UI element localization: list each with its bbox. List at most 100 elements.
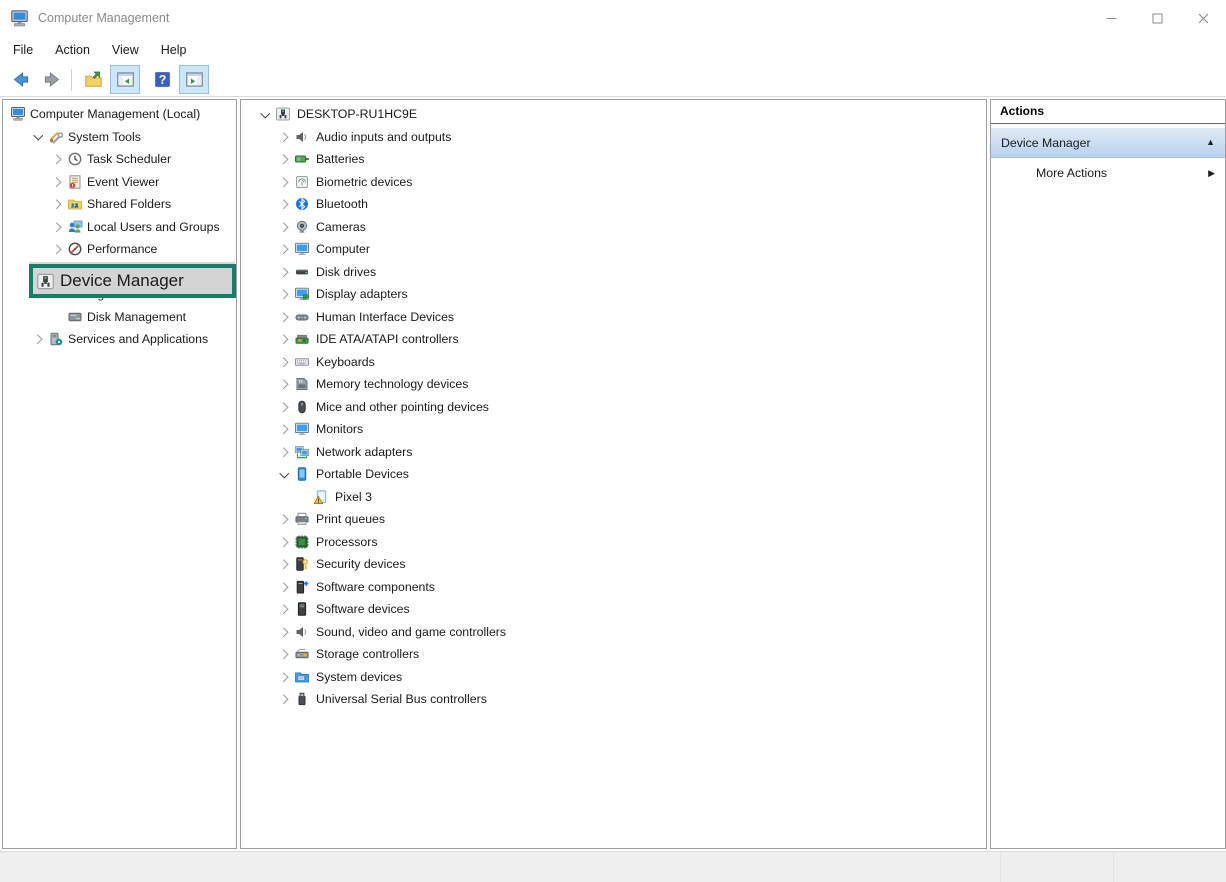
statusbar-cell	[1000, 852, 1113, 882]
chevron-right-icon[interactable]	[275, 643, 294, 666]
tree-item[interactable]: Batteries	[241, 148, 986, 171]
tree-item[interactable]: Audio inputs and outputs	[241, 126, 986, 149]
chevron-right-icon[interactable]	[48, 193, 67, 216]
tree-item[interactable]: Bluetooth	[241, 193, 986, 216]
menu-view[interactable]: View	[101, 39, 150, 61]
chevron-spacer	[294, 486, 313, 509]
back-button[interactable]	[5, 65, 35, 94]
chevron-down-icon[interactable]	[275, 463, 294, 486]
menu-action[interactable]: Action	[44, 39, 101, 61]
chevron-down-icon[interactable]	[256, 103, 275, 126]
tree-item[interactable]: Software components	[241, 576, 986, 599]
tree-item[interactable]: Event Viewer	[3, 171, 236, 194]
menu-help[interactable]: Help	[150, 39, 198, 61]
chevron-right-icon[interactable]	[275, 261, 294, 284]
tree-item[interactable]: System devices	[241, 666, 986, 689]
chevron-right-icon[interactable]	[275, 328, 294, 351]
tree-item[interactable]: Monitors	[241, 418, 986, 441]
tree-item[interactable]: Biometric devices	[241, 171, 986, 194]
tree-item[interactable]: Task Scheduler	[3, 148, 236, 171]
tree-item[interactable]: Cameras	[241, 216, 986, 239]
chevron-right-icon[interactable]	[48, 216, 67, 239]
tree-item[interactable]: Mice and other pointing devices	[241, 396, 986, 419]
chevron-right-icon[interactable]	[275, 553, 294, 576]
tree-item[interactable]: Display adapters	[241, 283, 986, 306]
chevron-right-icon[interactable]	[29, 328, 48, 351]
chevron-right-icon[interactable]	[275, 598, 294, 621]
chevron-right-icon[interactable]	[48, 238, 67, 261]
tree-item[interactable]: Storage controllers	[241, 643, 986, 666]
tree-item[interactable]: Human Interface Devices	[241, 306, 986, 329]
tree-item[interactable]: IDE ATA/ATAPI controllers	[241, 328, 986, 351]
indent-spacer	[241, 699, 275, 700]
tree-item[interactable]: Network adapters	[241, 441, 986, 464]
tree-item[interactable]: Disk drives	[241, 261, 986, 284]
menu-file[interactable]: File	[2, 39, 44, 61]
chevron-right-icon[interactable]	[275, 351, 294, 374]
chevron-right-icon[interactable]	[275, 666, 294, 689]
tree-item[interactable]: Security devices	[241, 553, 986, 576]
show-console-tree-button[interactable]	[110, 65, 140, 94]
security-icon	[294, 556, 310, 572]
chevron-right-icon[interactable]	[275, 373, 294, 396]
device-tree: DESKTOP-RU1HC9EAudio inputs and outputsB…	[241, 100, 986, 711]
tree-item[interactable]: Local Users and Groups	[3, 216, 236, 239]
more-actions-item[interactable]: More Actions ▶	[991, 158, 1225, 188]
tree-item[interactable]: Disk Management	[3, 306, 236, 329]
console-tree-pane: Computer Management (Local)System ToolsT…	[2, 99, 237, 849]
tree-item[interactable]: Computer	[241, 238, 986, 261]
chevron-right-icon[interactable]	[275, 688, 294, 711]
tree-item[interactable]: Keyboards	[241, 351, 986, 374]
tree-item[interactable]: Portable Devices	[241, 463, 986, 486]
actions-group-header[interactable]: Device Manager ▲	[991, 127, 1225, 158]
chevron-right-icon[interactable]	[275, 418, 294, 441]
tree-item-label: Security devices	[316, 557, 406, 571]
tree-item[interactable]: Computer Management (Local)	[3, 103, 236, 126]
computer-management-app-icon	[10, 9, 29, 28]
tree-item[interactable]: Pixel 3	[241, 486, 986, 509]
tree-item[interactable]: Processors	[241, 531, 986, 554]
chevron-right-icon[interactable]	[275, 126, 294, 149]
chevron-right-icon[interactable]	[275, 283, 294, 306]
chevron-right-icon[interactable]	[48, 148, 67, 171]
chevron-right-icon[interactable]	[48, 171, 67, 194]
tree-item-label: Keyboards	[316, 355, 375, 369]
chevron-right-icon[interactable]	[275, 306, 294, 329]
chevron-right-icon[interactable]	[275, 441, 294, 464]
help-button[interactable]	[147, 65, 177, 94]
show-action-pane-button[interactable]	[179, 65, 209, 94]
tree-item[interactable]: Sound, video and game controllers	[241, 621, 986, 644]
close-button[interactable]	[1180, 0, 1226, 36]
tree-item[interactable]: System Tools	[3, 126, 236, 149]
chevron-right-icon[interactable]	[275, 621, 294, 644]
chevron-right-icon[interactable]	[275, 216, 294, 239]
tree-item[interactable]: Performance	[3, 238, 236, 261]
annotation-highlight: Device Manager	[29, 264, 236, 298]
camera-icon	[294, 219, 310, 235]
chevron-right-icon[interactable]	[275, 576, 294, 599]
tree-item[interactable]: Services and Applications	[3, 328, 236, 351]
export-list-button[interactable]	[78, 65, 108, 94]
chevron-right-icon[interactable]	[275, 531, 294, 554]
chevron-right-icon[interactable]	[275, 396, 294, 419]
tree-item[interactable]: DESKTOP-RU1HC9E	[241, 103, 986, 126]
tree-item[interactable]: Software devices	[241, 598, 986, 621]
mouse-icon	[294, 399, 310, 415]
tree-item[interactable]: Print queues	[241, 508, 986, 531]
maximize-button[interactable]	[1134, 0, 1180, 36]
tree-item[interactable]: Universal Serial Bus controllers	[241, 688, 986, 711]
chevron-down-icon[interactable]	[29, 126, 48, 149]
tree-item[interactable]: Shared Folders	[3, 193, 236, 216]
tree-item[interactable]: Memory technology devices	[241, 373, 986, 396]
chevron-right-icon[interactable]	[275, 171, 294, 194]
minimize-button[interactable]	[1088, 0, 1134, 36]
chevron-right-icon[interactable]	[275, 148, 294, 171]
system-tools-icon	[48, 129, 64, 145]
chevron-right-icon[interactable]	[275, 193, 294, 216]
local-users-icon	[67, 219, 83, 235]
forward-button[interactable]	[37, 65, 67, 94]
indent-spacer	[3, 204, 48, 205]
collapse-icon[interactable]: ▲	[1206, 138, 1215, 147]
chevron-right-icon[interactable]	[275, 508, 294, 531]
chevron-right-icon[interactable]	[275, 238, 294, 261]
